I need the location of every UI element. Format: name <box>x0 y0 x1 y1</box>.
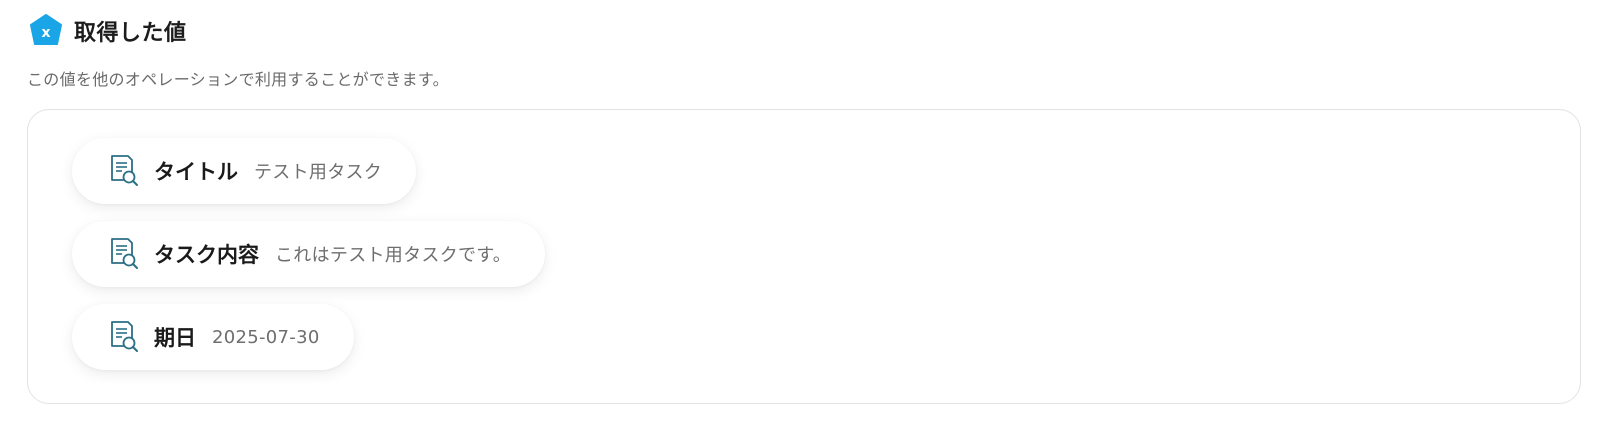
section-title: 取得した値 <box>74 21 187 46</box>
value-label: タイトル <box>154 160 238 184</box>
value-text: 2025-07-30 <box>212 326 320 348</box>
acquired-values-panel: タイトル テスト用タスク タスク内容 これはテスト用タスクです。 期日 2025… <box>27 109 1581 404</box>
app-logo-icon: x <box>28 13 64 49</box>
value-label: タスク内容 <box>154 243 259 267</box>
document-search-icon <box>108 237 140 271</box>
value-chip-due-date[interactable]: 期日 2025-07-30 <box>72 304 354 370</box>
section-description: この値を他のオペレーションで利用することができます。 <box>27 70 449 89</box>
value-label: 期日 <box>154 326 196 350</box>
value-text: これはテスト用タスクです。 <box>275 245 512 266</box>
value-text: テスト用タスク <box>254 162 383 183</box>
document-search-icon <box>108 320 140 354</box>
value-chip-title[interactable]: タイトル テスト用タスク <box>72 138 417 204</box>
section-header: x 取得した値 <box>28 14 187 48</box>
value-chip-task-content[interactable]: タスク内容 これはテスト用タスクです。 <box>72 221 546 287</box>
svg-text:x: x <box>41 25 50 41</box>
document-search-icon <box>108 154 140 188</box>
